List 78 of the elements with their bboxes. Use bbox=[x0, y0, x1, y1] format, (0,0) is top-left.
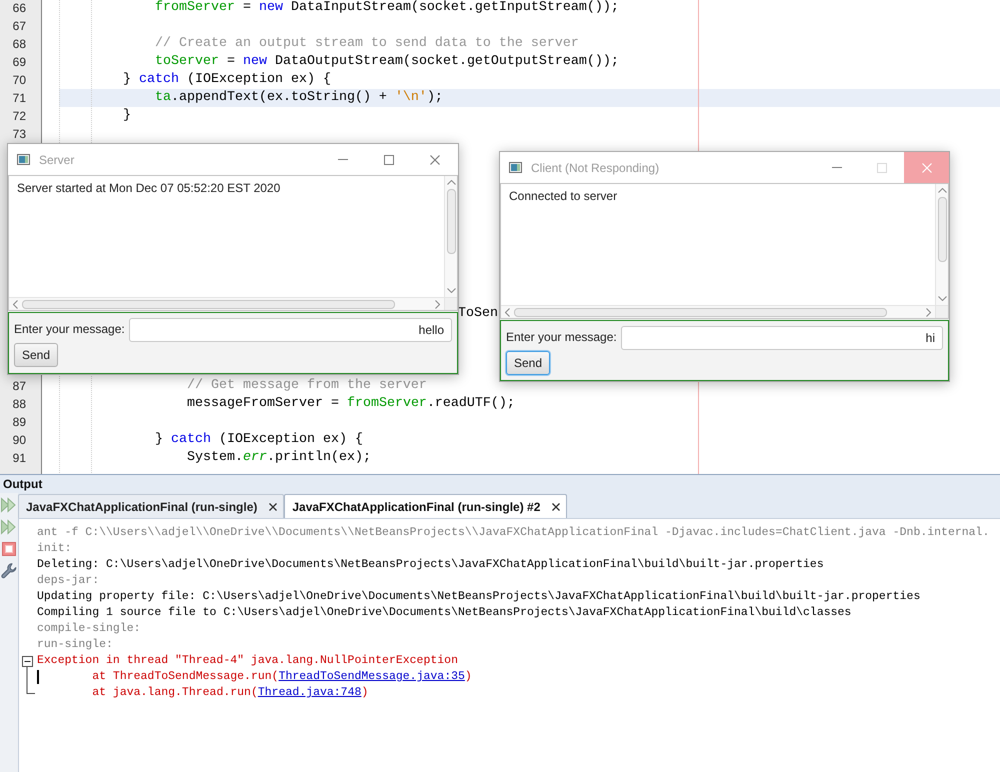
window-icon bbox=[509, 162, 522, 173]
output-line: ant -f C:\\Users\\adjel\\OneDrive\\Documents\\NetBeansProjects\\JavaFXChatApplicationFinal -Djavac.includes=ChatClient.java -Dnb.internal. bbox=[37, 525, 990, 541]
send-button[interactable]: Send bbox=[506, 351, 550, 375]
close-icon[interactable] bbox=[552, 502, 560, 510]
stop-icon[interactable] bbox=[1, 541, 17, 557]
message-field[interactable]: hi bbox=[620, 326, 943, 350]
source-link[interactable]: ThreadToSendMessage.java:35 bbox=[278, 670, 465, 683]
output-line: Compiling 1 source file to C:\Users\adjel\OneDrive\Documents\NetBeansProjects\JavaFXChatApplicationFinal\build\classes bbox=[37, 605, 852, 621]
double-arrow-icon[interactable] bbox=[1, 497, 17, 513]
line-number: 72 bbox=[12, 108, 26, 125]
close-icon bbox=[922, 162, 932, 172]
prompt-label: Enter your message: bbox=[506, 329, 617, 345]
chevron-left-icon[interactable] bbox=[13, 300, 18, 308]
code-line: ta.appendText(ex.toString() + '\n'); bbox=[154, 89, 443, 107]
source-link[interactable]: Thread.java:748 bbox=[258, 686, 362, 699]
line-number: 88 bbox=[12, 396, 26, 413]
code-fragment: ToSen bbox=[458, 305, 498, 323]
chevron-up-icon[interactable] bbox=[446, 180, 456, 185]
output-line: Updating property file: C:\Users\adjel\OneDrive\Documents\NetBeansProjects\JavaFXChatApplicationFinal\build\built-jar.properties bbox=[37, 589, 920, 605]
output-line: Deleting: C:\Users\adjel\OneDrive\Documents\NetBeansProjects\JavaFXChatApplicationFinal\build\built-jar.properties bbox=[37, 557, 824, 573]
output-line: deps-jar: bbox=[37, 573, 100, 589]
line-number: 69 bbox=[12, 54, 26, 71]
message-field[interactable]: hello bbox=[128, 318, 452, 342]
fold-line bbox=[26, 666, 35, 694]
maximize-icon bbox=[384, 154, 394, 164]
window-title: Client (Not Responding) bbox=[531, 160, 660, 176]
line-number: 66 bbox=[12, 0, 26, 17]
code-line: } bbox=[123, 107, 131, 125]
panel-title: Output bbox=[3, 476, 42, 493]
output-tab[interactable]: JavaFXChatApplicationFinal (run-single) bbox=[18, 494, 284, 518]
line-number: 71 bbox=[12, 90, 26, 107]
chevron-right-icon[interactable] bbox=[926, 308, 931, 316]
code-line: messageFromServer = fromServer.readUTF(); bbox=[186, 395, 515, 413]
output-line: compile-single: bbox=[37, 621, 141, 637]
line-number: 70 bbox=[12, 72, 26, 89]
code-line: fromServer = new DataInputStream(socket.getInputStream()); bbox=[154, 0, 619, 17]
collapse-icon[interactable] bbox=[22, 656, 33, 666]
log-line: Connected to server bbox=[509, 188, 618, 204]
line-number: 91 bbox=[12, 450, 26, 467]
code-line: toServer = new DataOutputStream(socket.getOutputStream()); bbox=[154, 53, 619, 71]
window-title: Server bbox=[39, 152, 74, 168]
chevron-up-icon[interactable] bbox=[938, 188, 946, 193]
error-line: at java.lang.Thread.run(Thread.java:748) bbox=[92, 685, 368, 701]
code-line: // Create an output stream to send data to the server bbox=[154, 35, 579, 53]
line-number: 90 bbox=[12, 432, 26, 449]
close-icon[interactable] bbox=[269, 502, 278, 510]
minimize-icon bbox=[832, 167, 842, 168]
code-line: System.err.println(ex); bbox=[186, 449, 371, 467]
error-line: Exception in thread "Thread-4" java.lang.NullPointerException bbox=[37, 653, 458, 669]
chevron-right-icon[interactable] bbox=[435, 300, 440, 308]
maximize-icon bbox=[876, 162, 886, 172]
code-line: } catch (IOException ex) { bbox=[154, 431, 363, 449]
line-number: 67 bbox=[12, 18, 26, 35]
error-line: at ThreadToSendMessage.run(ThreadToSendMessage.java:35) bbox=[92, 669, 472, 685]
minimize-icon bbox=[338, 159, 348, 160]
scrollbar-thumb[interactable] bbox=[938, 197, 946, 262]
log-line: Server started at Mon Dec 07 05:52:20 EST 2020 bbox=[17, 180, 280, 196]
output-line: run-single: bbox=[37, 637, 113, 653]
scrollbar-thumb[interactable] bbox=[514, 308, 887, 316]
line-number: 87 bbox=[12, 378, 26, 395]
line-number: 73 bbox=[12, 126, 26, 143]
scrollbar-thumb[interactable] bbox=[22, 300, 395, 308]
line-number: 68 bbox=[12, 36, 26, 53]
code-line: } catch (IOException ex) { bbox=[123, 71, 331, 89]
close-icon bbox=[430, 154, 440, 164]
chevron-down-icon[interactable] bbox=[446, 288, 456, 293]
line-number: 89 bbox=[12, 414, 26, 431]
window-icon bbox=[17, 154, 30, 165]
wrench-icon[interactable] bbox=[1, 563, 17, 579]
chevron-down-icon[interactable] bbox=[938, 296, 946, 301]
double-arrow-icon[interactable] bbox=[1, 519, 17, 535]
send-button[interactable]: Send bbox=[14, 343, 58, 367]
output-tab[interactable]: JavaFXChatApplicationFinal (run-single) #2 bbox=[284, 494, 568, 518]
output-line: init: bbox=[37, 541, 72, 557]
prompt-label: Enter your message: bbox=[14, 321, 125, 337]
code-line: // Get message from the server bbox=[186, 377, 427, 395]
scrollbar-thumb[interactable] bbox=[446, 189, 456, 254]
chevron-left-icon[interactable] bbox=[505, 308, 510, 316]
